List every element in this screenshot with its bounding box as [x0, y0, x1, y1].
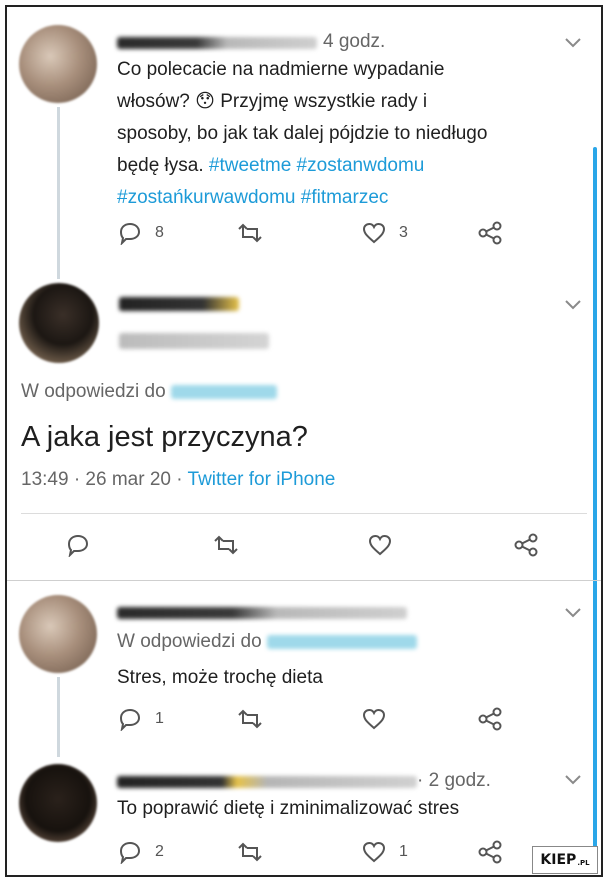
username-redacted [117, 37, 317, 49]
tweet-actions: 8 3 [117, 221, 537, 251]
retweet-icon [238, 709, 262, 729]
tweet-body: A jaka jest przyczyna? [21, 421, 308, 453]
tweet-focused[interactable]: W odpowiedzi do A jaka jest przyczyna? 1… [7, 275, 601, 580]
reply-button[interactable] [65, 533, 91, 557]
retweet-button[interactable] [235, 840, 265, 864]
thread-line [57, 677, 60, 757]
heart-icon [362, 841, 386, 863]
avatar[interactable] [19, 283, 99, 363]
tweet-text-line: Co polecacie na nadmierne wypadanie [117, 59, 445, 80]
like-button[interactable]: 1 [361, 840, 408, 864]
watermark-brand: KIEP [540, 852, 577, 868]
avatar[interactable] [19, 764, 97, 842]
share-icon [514, 533, 538, 557]
tweet-reply[interactable]: W odpowiedzi do Stres, może trochę dieta… [7, 581, 601, 757]
retweet-button[interactable] [235, 221, 265, 245]
reply-button[interactable]: 2 [117, 840, 164, 864]
tweet-time: · 2 godz. [417, 770, 491, 791]
avatar[interactable] [19, 595, 97, 673]
mention-link-redacted[interactable] [170, 384, 277, 399]
avatar[interactable] [19, 25, 97, 103]
reply-count: 2 [155, 843, 164, 860]
chevron-down-icon[interactable] [564, 299, 582, 311]
mention-link-redacted[interactable] [266, 634, 417, 649]
watermark-logo: KIEP .PL [532, 846, 598, 874]
like-count: 1 [399, 843, 408, 860]
watermark-suffix: .PL [577, 859, 590, 867]
share-button[interactable] [513, 533, 539, 557]
display-name-redacted [119, 297, 239, 311]
share-button[interactable] [477, 221, 503, 245]
chevron-down-icon[interactable] [564, 774, 582, 786]
handle-redacted [119, 333, 269, 349]
retweet-button[interactable] [211, 533, 241, 557]
share-button[interactable] [477, 840, 503, 864]
reply-prefix: W odpowiedzi do [117, 631, 262, 652]
reply-count: 1 [155, 710, 164, 727]
share-icon [478, 840, 502, 864]
tweet-text-segment: będę łysa. [117, 155, 204, 176]
share-icon [478, 707, 502, 731]
chevron-down-icon[interactable] [564, 37, 582, 49]
reply-button[interactable]: 8 [117, 221, 164, 245]
timestamp: 13:49 · 26 mar 20 · [21, 469, 183, 490]
tweet-time: 4 godz. [323, 31, 386, 52]
thread-line [57, 107, 60, 279]
retweet-button[interactable] [235, 707, 265, 731]
tweet-actions: 2 1 [117, 840, 537, 870]
tweet-text-line: sposoby, bo jak tak dalej pójdzie to nie… [117, 123, 488, 144]
tweet-body: Stres, może trochę dieta [117, 667, 323, 688]
hashtag-link[interactable]: #zostańkurwawdomu #fitmarzec [117, 183, 388, 213]
reply-context: W odpowiedzi do [21, 377, 277, 407]
screenshot-frame: 4 godz. Co polecacie na nadmierne wypada… [5, 5, 603, 877]
tweet-original[interactable]: 4 godz. Co polecacie na nadmierne wypada… [7, 7, 601, 279]
tweet-meta: 13:49 · 26 mar 20 · Twitter for iPhone [21, 465, 335, 495]
share-icon [478, 221, 502, 245]
retweet-icon [238, 223, 262, 243]
retweet-icon [214, 535, 238, 555]
client-link[interactable]: Twitter for iPhone [188, 469, 336, 490]
like-button[interactable]: 3 [361, 221, 408, 245]
share-button[interactable] [477, 707, 503, 731]
like-count: 3 [399, 224, 408, 241]
reply-icon [119, 708, 141, 731]
tweet-actions [65, 533, 565, 563]
heart-icon [368, 534, 392, 556]
username-redacted [117, 607, 407, 619]
reply-icon [119, 222, 141, 245]
heart-icon [362, 222, 386, 244]
like-button[interactable] [367, 533, 393, 557]
tweet-text-line: włosów? 😯 Przyjmę wszystkie rady i [117, 91, 428, 112]
tweet-text-line: będę łysa. #tweetme #zostanwdomu [117, 151, 424, 181]
heart-icon [362, 708, 386, 730]
tweet-actions: 1 [117, 707, 537, 737]
reply-prefix: W odpowiedzi do [21, 381, 166, 402]
tweet-reply[interactable]: · 2 godz. To poprawić dietę i zminimaliz… [7, 752, 601, 875]
reply-count: 8 [155, 224, 164, 241]
divider [21, 513, 587, 514]
reply-icon [67, 534, 89, 557]
chevron-down-icon[interactable] [564, 607, 582, 619]
reply-icon [119, 841, 141, 864]
hashtag-link[interactable]: #tweetme #zostanwdomu [209, 155, 424, 176]
reply-button[interactable]: 1 [117, 707, 164, 731]
retweet-icon [238, 842, 262, 862]
tweet-body: To poprawić dietę i zminimalizować stres [117, 798, 460, 819]
like-button[interactable] [361, 707, 387, 731]
reply-context: W odpowiedzi do [117, 627, 417, 657]
username-redacted [117, 776, 417, 788]
